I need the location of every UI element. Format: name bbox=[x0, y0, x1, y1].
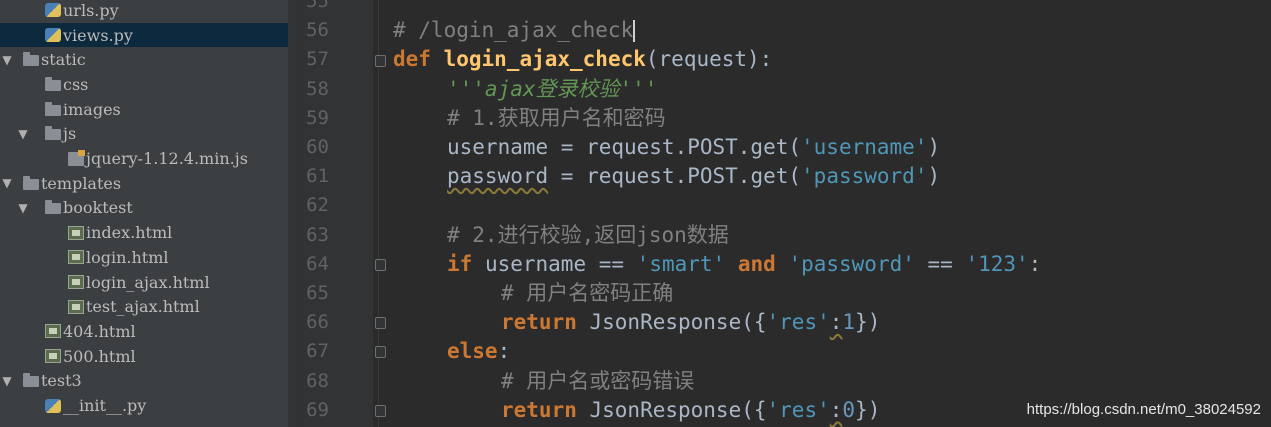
folder-icon bbox=[45, 200, 61, 215]
code-line-56[interactable]: # /login_ajax_check bbox=[393, 16, 636, 45]
tree-item-jquery-js[interactable]: jquery-1.12.4.min.js bbox=[0, 146, 288, 171]
expand-arrow-icon[interactable]: ▼ bbox=[16, 127, 30, 141]
line-number: 65 bbox=[306, 282, 329, 304]
tree-scrollbar[interactable] bbox=[288, 0, 299, 427]
line-number: 69 bbox=[306, 398, 329, 421]
tree-item-test-ajax-html[interactable]: test_ajax.html bbox=[0, 294, 288, 319]
tree-item-test3[interactable]: ▼ test3 bbox=[0, 369, 288, 394]
folder-icon bbox=[23, 373, 39, 388]
tree-item-static[interactable]: ▼ static bbox=[0, 47, 288, 72]
folder-icon bbox=[23, 52, 39, 67]
fold-toggle-icon[interactable] bbox=[375, 346, 386, 358]
tree-item-css[interactable]: css bbox=[0, 72, 288, 97]
html-file-icon bbox=[68, 275, 84, 290]
tree-item-urls-py[interactable]: urls.py bbox=[0, 0, 288, 23]
expand-arrow-icon[interactable]: ▼ bbox=[16, 201, 30, 215]
code-line-63[interactable]: # 2.进行校验,返回json数据 bbox=[447, 221, 729, 250]
tree-item-500-html[interactable]: 500.html bbox=[0, 344, 288, 369]
tree-item-booktest[interactable]: ▼ booktest bbox=[0, 196, 288, 221]
line-number: 57 bbox=[306, 48, 329, 71]
folder-icon bbox=[45, 76, 61, 91]
javascript-file-icon bbox=[68, 149, 85, 166]
line-number: 63 bbox=[306, 223, 329, 246]
html-file-icon bbox=[68, 225, 84, 240]
tree-item-images[interactable]: images bbox=[0, 97, 288, 122]
expand-arrow-icon[interactable]: ▼ bbox=[0, 374, 14, 388]
code-line-59[interactable]: # 1.获取用户名和密码 bbox=[447, 104, 666, 133]
line-number: 64 bbox=[306, 252, 329, 275]
line-number: 67 bbox=[306, 340, 329, 363]
fold-toggle-icon[interactable] bbox=[375, 259, 386, 271]
tree-item-templates[interactable]: ▼ templates bbox=[0, 171, 288, 196]
code-line-66[interactable]: return JsonResponse({'res':1}) bbox=[501, 308, 880, 337]
python-file-icon bbox=[45, 398, 61, 413]
fold-toggle-icon[interactable] bbox=[375, 317, 386, 329]
tree-item-init-py[interactable]: __init__.py bbox=[0, 393, 288, 418]
line-number: 68 bbox=[306, 369, 329, 392]
line-number: 55 bbox=[306, 0, 329, 12]
project-tree: urls.py views.py ▼ static css images ▼ j… bbox=[0, 0, 288, 427]
code-line-65[interactable]: # 用户名密码正确 bbox=[501, 279, 673, 308]
html-file-icon bbox=[45, 324, 61, 339]
tree-item-index-html[interactable]: index.html bbox=[0, 220, 288, 245]
line-number: 61 bbox=[306, 165, 329, 188]
line-number: 62 bbox=[306, 194, 329, 217]
line-number: 59 bbox=[306, 106, 329, 129]
html-file-icon bbox=[45, 349, 61, 364]
python-file-icon bbox=[45, 28, 61, 43]
tree-item-js[interactable]: ▼ js bbox=[0, 122, 288, 147]
line-number: 66 bbox=[306, 311, 329, 334]
line-number: 60 bbox=[306, 136, 329, 158]
folder-icon bbox=[45, 101, 61, 116]
tree-item-login-html[interactable]: login.html bbox=[0, 245, 288, 270]
watermark-text: https://blog.csdn.net/m0_38024592 bbox=[1026, 401, 1261, 418]
text-caret bbox=[633, 20, 636, 43]
expand-arrow-icon[interactable]: ▼ bbox=[0, 176, 14, 190]
folder-icon bbox=[23, 175, 39, 190]
tree-item-404-html[interactable]: 404.html bbox=[0, 319, 288, 344]
folder-icon bbox=[45, 126, 61, 141]
code-line-61[interactable]: password = request.POST.get('password') bbox=[447, 162, 940, 191]
code-line-69[interactable]: return JsonResponse({'res':0}) bbox=[501, 396, 880, 425]
fold-toggle-icon[interactable] bbox=[375, 405, 386, 417]
code-line-68[interactable]: # 用户名或密码错误 bbox=[501, 367, 694, 396]
expand-arrow-icon[interactable]: ▼ bbox=[0, 53, 14, 67]
code-line-64[interactable]: if username == 'smart' and 'password' ==… bbox=[447, 250, 1041, 279]
tree-item-views-py[interactable]: views.py bbox=[0, 22, 288, 48]
code-line-60[interactable]: username = request.POST.get('username') bbox=[447, 133, 940, 162]
html-file-icon bbox=[68, 299, 84, 314]
html-file-icon bbox=[68, 250, 84, 265]
code-line-57[interactable]: def login_ajax_check(request): bbox=[393, 45, 772, 74]
code-line-67[interactable]: else: bbox=[447, 337, 510, 366]
python-file-icon bbox=[45, 3, 61, 18]
line-number: 58 bbox=[306, 77, 329, 100]
line-number: 56 bbox=[306, 19, 329, 42]
tree-item-login-ajax-html[interactable]: login_ajax.html bbox=[0, 270, 288, 295]
code-line-58[interactable]: '''ajax登录校验''' bbox=[447, 75, 657, 104]
fold-toggle-icon[interactable] bbox=[375, 55, 386, 67]
